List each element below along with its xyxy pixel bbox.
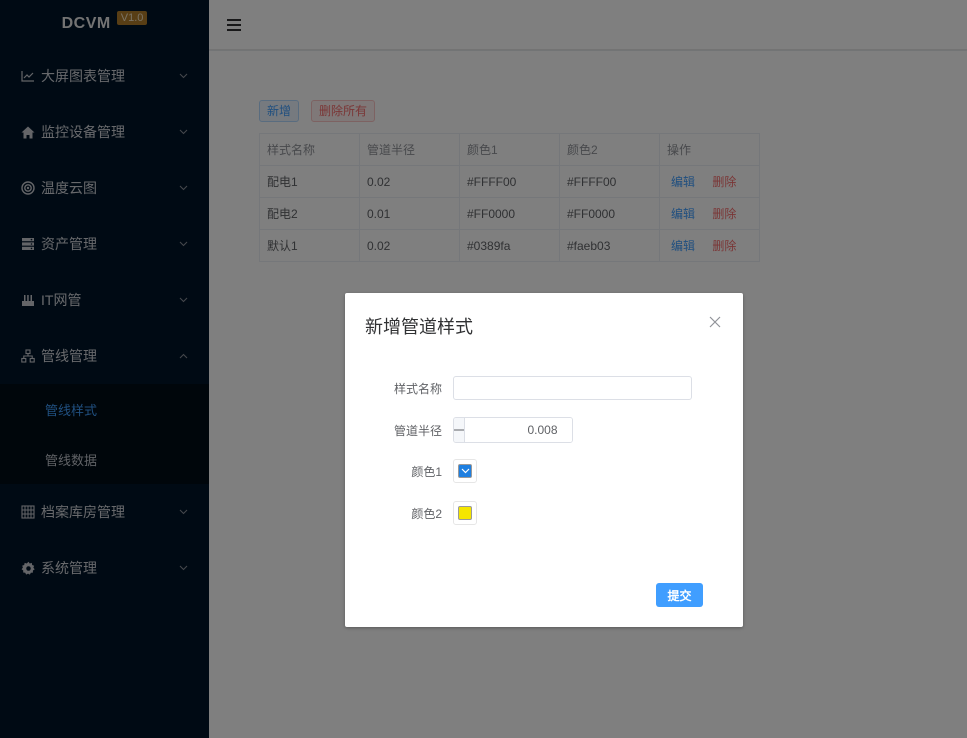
color2-swatch	[458, 506, 472, 520]
color1-label: 颜色1	[411, 464, 442, 479]
color2-picker[interactable]	[453, 501, 477, 525]
color1-swatch	[458, 464, 472, 478]
pipe-radius-label: 管道半径	[393, 423, 442, 438]
color2-label: 颜色2	[411, 506, 442, 521]
decrement-button[interactable]	[454, 418, 465, 442]
style-name-label: 样式名称	[393, 381, 442, 396]
dialog-title: 新增管道样式	[365, 317, 473, 337]
color1-picker[interactable]	[453, 459, 477, 483]
submit-button[interactable]: 提交	[656, 583, 703, 607]
pipe-radius-stepper	[453, 417, 573, 443]
form-row-color2: 颜色2	[345, 501, 477, 525]
style-name-input[interactable]	[453, 376, 692, 400]
form-row-style-name: 样式名称	[345, 376, 692, 400]
chevron-down-icon	[461, 468, 469, 474]
pipe-radius-input[interactable]	[465, 418, 572, 442]
form-row-color1: 颜色1	[345, 459, 477, 483]
close-icon[interactable]	[709, 315, 723, 329]
add-pipeline-style-dialog: 新增管道样式 样式名称 管道半径 颜色1 颜色2	[345, 293, 743, 627]
form-row-pipe-radius: 管道半径	[345, 417, 573, 443]
